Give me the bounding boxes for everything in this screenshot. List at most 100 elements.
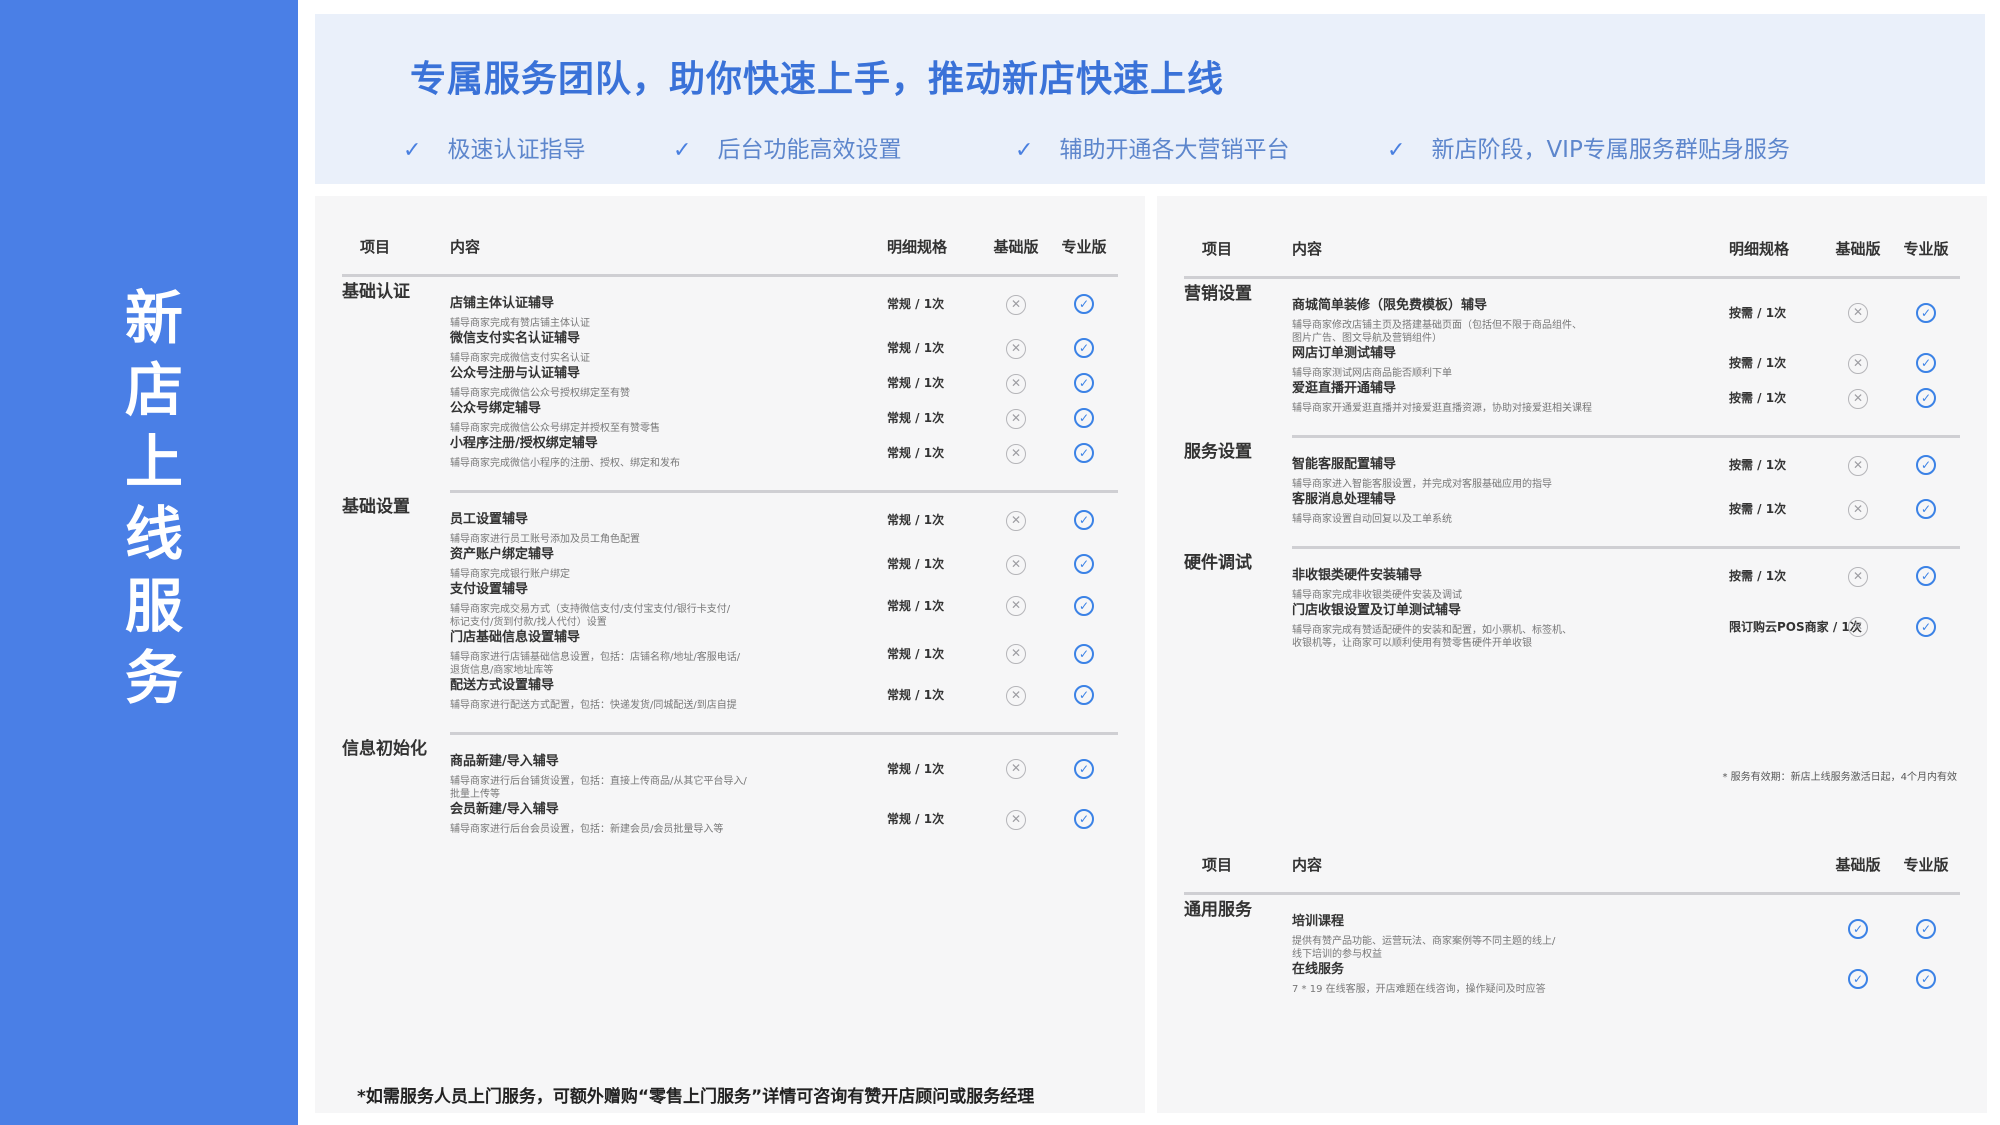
item-content: 爱逛直播开通辅导 辅导商家开通爱逛直播并对接爱逛直播资源，协助对接爱逛相关课程: [1292, 380, 1729, 438]
item-pro-mark: ✓: [1050, 435, 1118, 493]
right-panel: 项目 内容 明细规格 基础版 专业版 营销设置 商城简单装修（限免费模板）辅导 辅导商家修改店…: [1157, 196, 1987, 1113]
item-basic-mark: ✓: [1824, 961, 1892, 1016]
item-pro-mark: ✓: [1050, 581, 1118, 629]
item-content: 资产账户绑定辅导 辅导商家完成银行账户绑定: [450, 546, 887, 581]
item-title: 店铺主体认证辅导: [450, 296, 555, 311]
item-content: 网店订单测试辅导 辅导商家测试网店商品能否顺利下单: [1292, 345, 1729, 380]
sidebar-title: 新店上线服务: [115, 286, 183, 719]
category-label: 硬件调试: [1184, 552, 1252, 573]
item-desc: 辅导商家完成交易方式（支持微信支付/支付宝支付/银行卡支付/ 标记支付/货到付款…: [450, 604, 731, 628]
check-icon: ✓: [403, 138, 422, 163]
item-content: 公众号注册与认证辅导辅导商家完成微信公众号授权绑定至有赞: [450, 365, 887, 400]
item-pro-mark: ✓: [1892, 602, 1960, 670]
item-spec: 常规 / 1次: [887, 411, 945, 425]
banner-point-text: 辅助开通各大营销平台: [1059, 137, 1290, 163]
header-pro: 专业版: [1892, 220, 1960, 279]
item-spec: 按需 / 1次: [1729, 380, 1824, 438]
item-spec: 常规 / 1次: [887, 435, 982, 493]
item-content: 小程序注册/授权绑定辅导 辅导商家完成微信小程序的注册、授权、绑定和发布: [450, 435, 887, 493]
item-content: 配送方式设置辅导 辅导商家进行配送方式配置，包括：快递发货/同城配送/到店自提: [450, 677, 887, 735]
header-project: 项目: [1184, 220, 1292, 279]
check-circle-icon: ✓: [1916, 455, 1936, 475]
item-desc: 辅导商家修改店铺主页及搭建基础页面（包括但不限于商品组件、 图片广告、图文导航及…: [1292, 320, 1582, 344]
item-pro-mark: ✓: [1050, 330, 1118, 365]
table-row: 会员新建/导入辅导 辅导商家进行后台会员设置，包括：新建会员/会员批量导入等 常规 …: [342, 801, 1118, 856]
item-pro-mark: ✓: [1892, 380, 1960, 438]
validity-note: * 服务有效期：新店上线服务激活日起，4个月内有效: [1722, 772, 1957, 783]
item-title: 网店订单测试辅导: [1292, 346, 1397, 361]
item-desc: 辅导商家完成微信支付实名认证: [450, 353, 590, 364]
check-icon: ✓: [1015, 138, 1034, 163]
item-spec: 常规 / 1次: [887, 646, 945, 661]
item-desc: 辅导商家完成微信公众号授权绑定至有赞: [450, 388, 630, 399]
check-circle-icon: ✓: [1074, 758, 1094, 779]
check-circle-icon: ✓: [1916, 566, 1936, 586]
check-circle-icon: ✓: [1916, 499, 1936, 519]
item-basic-mark: ✕: [982, 581, 1050, 629]
item-title: 公众号绑定辅导: [450, 401, 542, 416]
item-pro-mark: ✓: [1892, 345, 1960, 380]
check-circle-icon: ✓: [1074, 809, 1094, 829]
banner-point-text: 极速认证指导: [447, 137, 586, 163]
cross-circle-icon: ✕: [1006, 809, 1026, 830]
item-spec: 按需 / 1次: [1729, 305, 1787, 320]
item-spec: 按需 / 1次: [1729, 458, 1787, 472]
table-row: 客服消息处理辅导 辅导商家设置自动回复以及工单系统 按需 / 1次 ✕ ✓: [1184, 491, 1960, 549]
item-title: 公众号注册与认证辅导: [450, 366, 581, 381]
item-spec: 按需 / 1次: [1729, 569, 1787, 583]
item-basic-mark: ✕: [982, 435, 1050, 493]
item-spec: 常规 / 1次: [887, 677, 982, 735]
banner-point: ✓ 极速认证指导: [403, 130, 585, 164]
item-desc: 辅导商家完成有赞适配硬件的安装和配置，如小票机、标签机、 收银机等，让商家可以顺…: [1292, 625, 1572, 649]
item-pro-mark: ✓: [1892, 548, 1960, 603]
table-row: 信息初始化 商品新建/导入辅导 辅导商家进行后台铺货设置，包括：直接上传商品/从其它…: [342, 734, 1118, 802]
item-basic-mark: ✕: [982, 365, 1050, 400]
check-circle-icon: ✓: [1074, 443, 1094, 463]
check-icon: ✓: [1387, 138, 1406, 163]
item-spec: 常规 / 1次: [887, 761, 945, 776]
cross-circle-icon: ✕: [1006, 510, 1026, 531]
cross-circle-icon: ✕: [1848, 455, 1868, 476]
item-pro-mark: ✓: [1892, 278, 1960, 346]
table-row: 门店基础信息设置辅导 辅导商家进行店铺基础信息设置，包括：店铺名称/地址/客服电话…: [342, 629, 1118, 677]
check-circle-icon: ✓: [1074, 294, 1094, 314]
item-pro-mark: ✓: [1050, 629, 1118, 677]
item-desc: 辅导商家进行配送方式配置，包括：快递发货/同城配送/到店自提: [450, 700, 737, 711]
service-table-left: 项目 内容 明细规格 基础版 专业版 基础认证 店铺主体认证辅导 辅导商家完成有赞店铺主体认证…: [342, 218, 1118, 856]
cross-circle-icon: ✕: [1006, 443, 1026, 464]
header-basic: 基础版: [1824, 836, 1892, 895]
item-spec: 常规 / 1次: [887, 513, 945, 527]
header-spec: 明细规格: [1729, 220, 1824, 279]
item-desc: 提供有赞产品功能、运营玩法、商家案例等不同主题的线上/ 线下培训的参与权益: [1292, 936, 1556, 960]
cross-circle-icon: ✕: [1006, 644, 1026, 664]
item-basic-mark: ✕: [982, 492, 1050, 547]
banner-title: 专属服务团队，助你快速上手，推动新店快速上线: [410, 59, 1225, 100]
item-pro-mark: ✓: [1050, 400, 1118, 435]
item-title: 商城简单装修（限免费模板）辅导: [1292, 298, 1488, 313]
header-pro: 专业版: [1892, 836, 1960, 895]
item-desc: 辅导商家完成微信公众号绑定并授权至有赞零售: [450, 423, 660, 434]
cross-circle-icon: ✕: [1006, 294, 1026, 315]
service-table-right: 项目 内容 明细规格 基础版 专业版 营销设置 商城简单装修（限免费模板）辅导 辅导商家修改店…: [1184, 220, 1960, 670]
item-title: 小程序注册/授权绑定辅导: [450, 436, 598, 451]
header-basic: 基础版: [982, 218, 1050, 277]
check-circle-icon: ✓: [1916, 616, 1936, 637]
banner: 专属服务团队，助你快速上手，推动新店快速上线 ✓ 极速认证指导 ✓ 后台功能高效设置…: [315, 14, 1985, 184]
item-pro-mark: ✓: [1892, 437, 1960, 492]
cross-circle-icon: ✕: [1848, 499, 1868, 520]
category-label: 营销设置: [1184, 284, 1252, 304]
item-title: 门店基础信息设置辅导: [450, 630, 581, 645]
table-row: 资产账户绑定辅导 辅导商家完成银行账户绑定 常规 / 1次 ✕ ✓: [342, 546, 1118, 581]
table-row: 爱逛直播开通辅导 辅导商家开通爱逛直播并对接爱逛直播资源，协助对接爱逛相关课程 按需…: [1184, 380, 1960, 438]
item-title: 商品新建/导入辅导: [450, 754, 559, 769]
item-pro-mark: ✓: [1050, 801, 1118, 856]
item-title: 在线服务: [1292, 962, 1345, 977]
header-content: 内容: [450, 218, 887, 277]
item-pro-mark: ✓: [1892, 894, 1960, 962]
item-basic-mark: ✕: [982, 629, 1050, 677]
item-pro-mark: ✓: [1050, 677, 1118, 735]
category-label: 基础设置: [342, 496, 410, 517]
category-label: 通用服务: [1184, 900, 1252, 920]
item-spec: [1729, 894, 1824, 962]
banner-point-text: 新店阶段，VIP专属服务群贴身服务: [1431, 137, 1790, 163]
